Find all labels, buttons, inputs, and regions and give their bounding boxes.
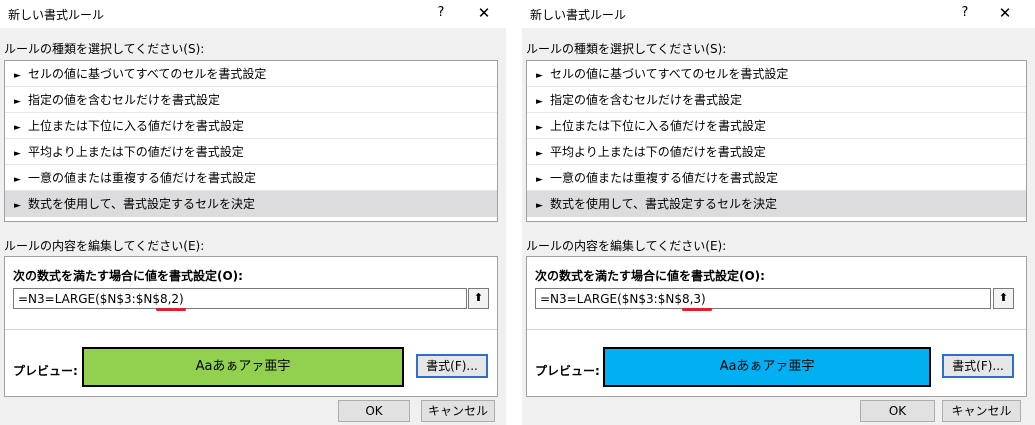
rule-type-item[interactable]: ► 一意の値または重複する値だけを書式設定 xyxy=(527,165,1026,191)
preview-label: プレビュー: xyxy=(13,364,78,378)
edit-rule-label: ルールの内容を編集してください(E): xyxy=(526,239,727,253)
rule-type-text: 指定の値を含むセルだけを書式設定 xyxy=(550,93,743,107)
formula-input[interactable] xyxy=(535,288,991,309)
edit-rule-panel: 次の数式を満たす場合に値を書式設定(O): ⬆ プレビュー: Aaあぁアァ亜宇 … xyxy=(4,256,498,397)
rule-type-text: 一意の値または重複する値だけを書式設定 xyxy=(28,171,257,185)
collapse-dialog-button[interactable]: ⬆ xyxy=(993,288,1014,309)
condition-label: 次の数式を満たす場合に値を書式設定(O): xyxy=(535,269,765,283)
rule-type-label: ルールの種類を選択してください(S): xyxy=(526,42,727,56)
preview-label: プレビュー: xyxy=(535,364,600,378)
rule-type-item-selected[interactable]: ► 数式を使用して、書式設定するセルを決定 xyxy=(5,191,497,217)
arrow-right-icon: ► xyxy=(536,201,543,211)
rule-type-text: セルの値に基づいてすべてのセルを書式設定 xyxy=(28,67,267,81)
format-button[interactable]: 書式(F)... xyxy=(416,354,488,378)
rule-type-text: 上位または下位に入る値だけを書式設定 xyxy=(28,119,245,133)
cancel-button[interactable]: キャンセル xyxy=(421,400,495,422)
ok-button[interactable]: OK xyxy=(338,400,410,422)
dialog-title: 新しい書式ルール xyxy=(8,8,105,22)
rule-type-item-selected[interactable]: ► 数式を使用して、書式設定するセルを決定 xyxy=(527,191,1026,217)
highlight-mark xyxy=(682,308,712,311)
rule-type-text: 数式を使用して、書式設定するセルを決定 xyxy=(550,197,778,211)
rule-type-list: ► セルの値に基づいてすべてのセルを書式設定 ► 指定の値を含むセルだけを書式設定 … xyxy=(4,60,498,222)
collapse-dialog-icon: ⬆ xyxy=(473,291,484,304)
condition-label: 次の数式を満たす場合に値を書式設定(O): xyxy=(13,269,243,283)
close-button[interactable]: ✕ xyxy=(471,2,497,24)
arrow-right-icon: ► xyxy=(536,175,543,185)
rule-type-item[interactable]: ► セルの値に基づいてすべてのセルを書式設定 xyxy=(527,61,1026,87)
highlight-mark xyxy=(156,308,186,311)
formula-input[interactable] xyxy=(13,288,467,309)
collapse-dialog-button[interactable]: ⬆ xyxy=(468,288,489,309)
rule-type-item[interactable]: ► 平均より上または下の値だけを書式設定 xyxy=(527,139,1026,165)
close-button[interactable]: ✕ xyxy=(992,2,1018,24)
new-format-rule-dialog-2: 新しい書式ルール ? ✕ ルールの種類を選択してください(S): ► セルの値に基… xyxy=(522,0,1035,425)
arrow-right-icon: ► xyxy=(14,175,21,185)
arrow-right-icon: ► xyxy=(536,123,543,133)
preview-box: Aaあぁアァ亜宇 xyxy=(82,347,404,387)
rule-type-text: 上位または下位に入る値だけを書式設定 xyxy=(550,119,767,133)
divider xyxy=(527,329,1026,330)
title-bar: 新しい書式ルール ? ✕ xyxy=(0,0,506,28)
divider xyxy=(506,0,522,425)
rule-type-text: 指定の値を含むセルだけを書式設定 xyxy=(28,93,221,107)
rule-type-item[interactable]: ► 指定の値を含むセルだけを書式設定 xyxy=(527,87,1026,113)
cancel-button[interactable]: キャンセル xyxy=(942,400,1021,422)
rule-type-text: 数式を使用して、書式設定するセルを決定 xyxy=(28,197,256,211)
arrow-right-icon: ► xyxy=(14,123,21,133)
help-button[interactable]: ? xyxy=(955,3,975,23)
arrow-right-icon: ► xyxy=(14,201,21,211)
new-format-rule-dialog-1: 新しい書式ルール ? ✕ ルールの種類を選択してください(S): ► セルの値に基… xyxy=(0,0,506,425)
rule-type-item[interactable]: ► 一意の値または重複する値だけを書式設定 xyxy=(5,165,497,191)
rule-type-label: ルールの種類を選択してください(S): xyxy=(4,42,205,56)
rule-type-text: セルの値に基づいてすべてのセルを書式設定 xyxy=(550,67,789,81)
rule-type-text: 平均より上または下の値だけを書式設定 xyxy=(550,145,766,159)
rule-type-item[interactable]: ► 上位または下位に入る値だけを書式設定 xyxy=(527,113,1026,139)
arrow-right-icon: ► xyxy=(536,149,543,159)
arrow-right-icon: ► xyxy=(14,97,21,107)
rule-type-list: ► セルの値に基づいてすべてのセルを書式設定 ► 指定の値を含むセルだけを書式設定 … xyxy=(526,60,1027,222)
divider xyxy=(5,329,497,330)
dialog-title: 新しい書式ルール xyxy=(530,8,627,22)
format-button[interactable]: 書式(F)... xyxy=(942,354,1014,378)
arrow-right-icon: ► xyxy=(536,71,543,81)
arrow-right-icon: ► xyxy=(14,71,21,81)
rule-type-item[interactable]: ► 平均より上または下の値だけを書式設定 xyxy=(5,139,497,165)
rule-type-item[interactable]: ► 指定の値を含むセルだけを書式設定 xyxy=(5,87,497,113)
arrow-right-icon: ► xyxy=(14,149,21,159)
rule-type-item[interactable]: ► セルの値に基づいてすべてのセルを書式設定 xyxy=(5,61,497,87)
preview-box: Aaあぁアァ亜宇 xyxy=(603,347,931,387)
rule-type-item[interactable]: ► 上位または下位に入る値だけを書式設定 xyxy=(5,113,497,139)
collapse-dialog-icon: ⬆ xyxy=(998,291,1009,304)
rule-type-text: 平均より上または下の値だけを書式設定 xyxy=(28,145,244,159)
arrow-right-icon: ► xyxy=(536,97,543,107)
help-button[interactable]: ? xyxy=(431,3,451,23)
edit-rule-label: ルールの内容を編集してください(E): xyxy=(4,239,205,253)
rule-type-text: 一意の値または重複する値だけを書式設定 xyxy=(550,171,779,185)
title-bar: 新しい書式ルール ? ✕ xyxy=(522,0,1035,28)
ok-button[interactable]: OK xyxy=(860,400,935,422)
edit-rule-panel: 次の数式を満たす場合に値を書式設定(O): ⬆ プレビュー: Aaあぁアァ亜宇 … xyxy=(526,256,1027,397)
